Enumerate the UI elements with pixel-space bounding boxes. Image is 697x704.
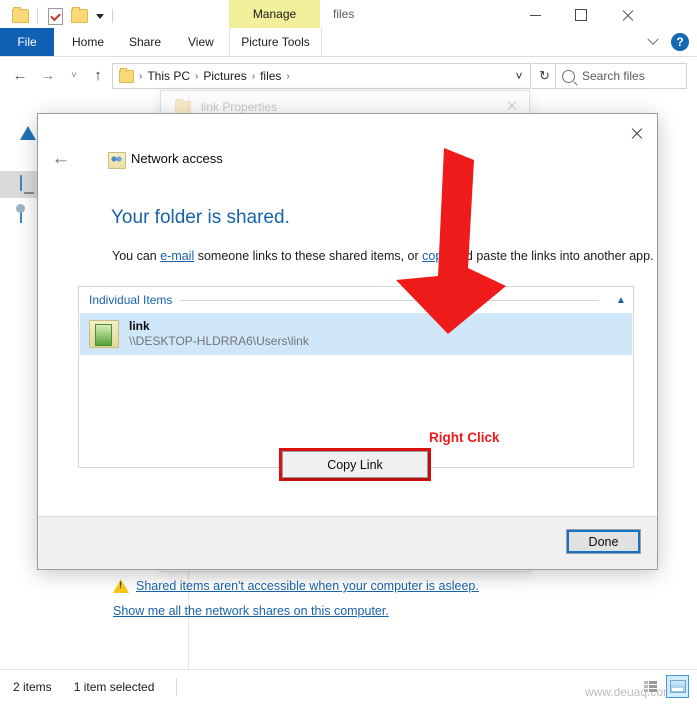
shared-item-path: \\DESKTOP-HLDRRA6\Users\link: [129, 334, 309, 348]
details-view-icon[interactable]: [666, 675, 689, 698]
status-bar: 2 items 1 item selected www.deuaq.com: [0, 669, 697, 704]
help-label: ?: [676, 35, 684, 49]
breadcrumb-files[interactable]: files: [260, 69, 281, 83]
desc-middle: someone links to these shared items, or: [194, 249, 423, 263]
shared-folder-icon: [89, 320, 119, 348]
warning-icon: [113, 579, 129, 593]
page-title: Your folder is shared.: [111, 207, 290, 228]
done-button-label: Done: [588, 534, 619, 549]
context-menu[interactable]: Copy Link: [282, 451, 428, 478]
ribbon-tabbar: File Home Share View Picture Tools ?: [0, 28, 697, 57]
tab-share-label: Share: [129, 35, 162, 49]
list-view-icon[interactable]: [639, 675, 662, 698]
minimize-button[interactable]: [512, 0, 558, 30]
email-link[interactable]: e-mail: [160, 249, 194, 263]
breadcrumb-separator-1[interactable]: ›: [195, 71, 198, 82]
dialog-footer: Done: [38, 516, 657, 569]
toolbar-divider: [37, 9, 38, 23]
contextual-tab-label: Manage: [252, 7, 297, 21]
done-button[interactable]: Done: [566, 529, 641, 554]
group-header: Individual Items ▲: [79, 287, 633, 313]
search-input[interactable]: Search files: [555, 63, 687, 89]
right-click-annotation: Right Click: [429, 430, 500, 445]
new-folder-icon[interactable]: [67, 4, 91, 28]
tab-picture-tools-label: Picture Tools: [241, 35, 310, 49]
status-selection: 1 item selected: [73, 680, 155, 694]
window-title: files: [333, 7, 355, 21]
search-placeholder: Search files: [582, 69, 645, 83]
shared-item-name: link: [129, 319, 150, 333]
properties-icon[interactable]: [43, 4, 67, 28]
tab-home-label: Home: [72, 35, 105, 49]
breadcrumb-this-pc[interactable]: This PC: [147, 69, 190, 83]
refresh-icon: ↻: [539, 68, 550, 83]
properties-title: link Properties: [201, 100, 278, 114]
breadcrumb-separator-0[interactable]: ›: [139, 71, 142, 82]
toolbar-divider-2: [112, 9, 113, 23]
close-button[interactable]: [604, 0, 650, 30]
dialog-header-title: Network access: [131, 151, 223, 166]
view-buttons: [639, 675, 689, 698]
chevron-up-icon[interactable]: ▲: [609, 288, 633, 312]
chevron-down-icon: ˅: [71, 69, 77, 81]
chevron-down-icon[interactable]: [645, 33, 661, 50]
back-button[interactable]: ←: [47, 146, 75, 172]
status-item-count: 2 items: [13, 680, 52, 694]
group-rule: [180, 299, 599, 301]
up-arrow-icon: ↑: [94, 66, 102, 84]
network-icon: [20, 206, 38, 226]
desc-prefix: You can: [112, 249, 161, 263]
tab-file[interactable]: File: [0, 28, 54, 56]
address-dropdown-icon[interactable]: ˅: [508, 65, 530, 87]
up-button[interactable]: ↑: [86, 63, 110, 87]
tab-view[interactable]: View: [178, 28, 224, 56]
tab-file-label: File: [17, 35, 37, 49]
tab-home[interactable]: Home: [62, 28, 114, 56]
breadcrumb-separator-3[interactable]: ›: [286, 71, 289, 82]
tab-view-label: View: [188, 35, 214, 49]
context-menu-item-copy-link[interactable]: Copy Link: [327, 458, 383, 472]
network-access-icon: [108, 152, 126, 169]
dialog-description: You can e-mail someone links to these sh…: [112, 249, 654, 263]
desc-suffix: and paste the links into another app.: [448, 249, 654, 263]
back-arrow-icon: ←: [51, 148, 71, 169]
close-icon: [630, 127, 643, 140]
shared-item-row[interactable]: link \\DESKTOP-HLDRRA6\Users\link: [80, 313, 632, 355]
asleep-warning-link[interactable]: Shared items aren't accessible when your…: [136, 579, 479, 593]
folder-icon: [175, 98, 191, 114]
breadcrumb-separator-2[interactable]: ›: [252, 71, 255, 82]
address-bar-row: ← → ˅ ↑ › This PC › Pictures › files › ˅…: [0, 57, 697, 93]
network-access-dialog: ← Network access Your folder is shared. …: [37, 113, 658, 618]
breadcrumb-pictures[interactable]: Pictures: [203, 69, 246, 83]
back-button[interactable]: ←: [8, 63, 32, 87]
chevron-down-icon[interactable]: [91, 4, 107, 28]
help-icon[interactable]: ?: [671, 33, 689, 51]
status-divider: [176, 678, 178, 696]
folder-icon[interactable]: [8, 4, 32, 28]
group-title: Individual Items: [89, 293, 173, 307]
individual-items-group: Individual Items ▲ link \\DESKTOP-HLDRRA…: [78, 286, 634, 468]
dialog-close-button[interactable]: [621, 120, 651, 146]
tab-picture-tools[interactable]: Picture Tools: [229, 28, 322, 56]
tab-share[interactable]: Share: [119, 28, 171, 56]
address-input[interactable]: › This PC › Pictures › files › ˅: [112, 63, 531, 89]
this-pc-icon: [20, 174, 38, 194]
recent-locations-button[interactable]: ˅: [62, 63, 86, 87]
forward-button[interactable]: →: [36, 63, 60, 87]
quick-access-pin-icon: [20, 111, 38, 140]
maximize-button[interactable]: [558, 0, 604, 30]
onedrive-cloud-icon: [20, 144, 38, 162]
copy-link[interactable]: copy: [422, 249, 448, 263]
contextual-tab-manage[interactable]: Manage: [229, 0, 320, 28]
warning-row: Shared items aren't accessible when your…: [113, 579, 479, 593]
forward-arrow-icon: →: [40, 66, 56, 84]
folder-icon: [119, 67, 134, 83]
network-shares-link[interactable]: Show me all the network shares on this c…: [113, 604, 389, 618]
back-arrow-icon: ←: [12, 66, 28, 84]
search-icon: [562, 69, 575, 83]
